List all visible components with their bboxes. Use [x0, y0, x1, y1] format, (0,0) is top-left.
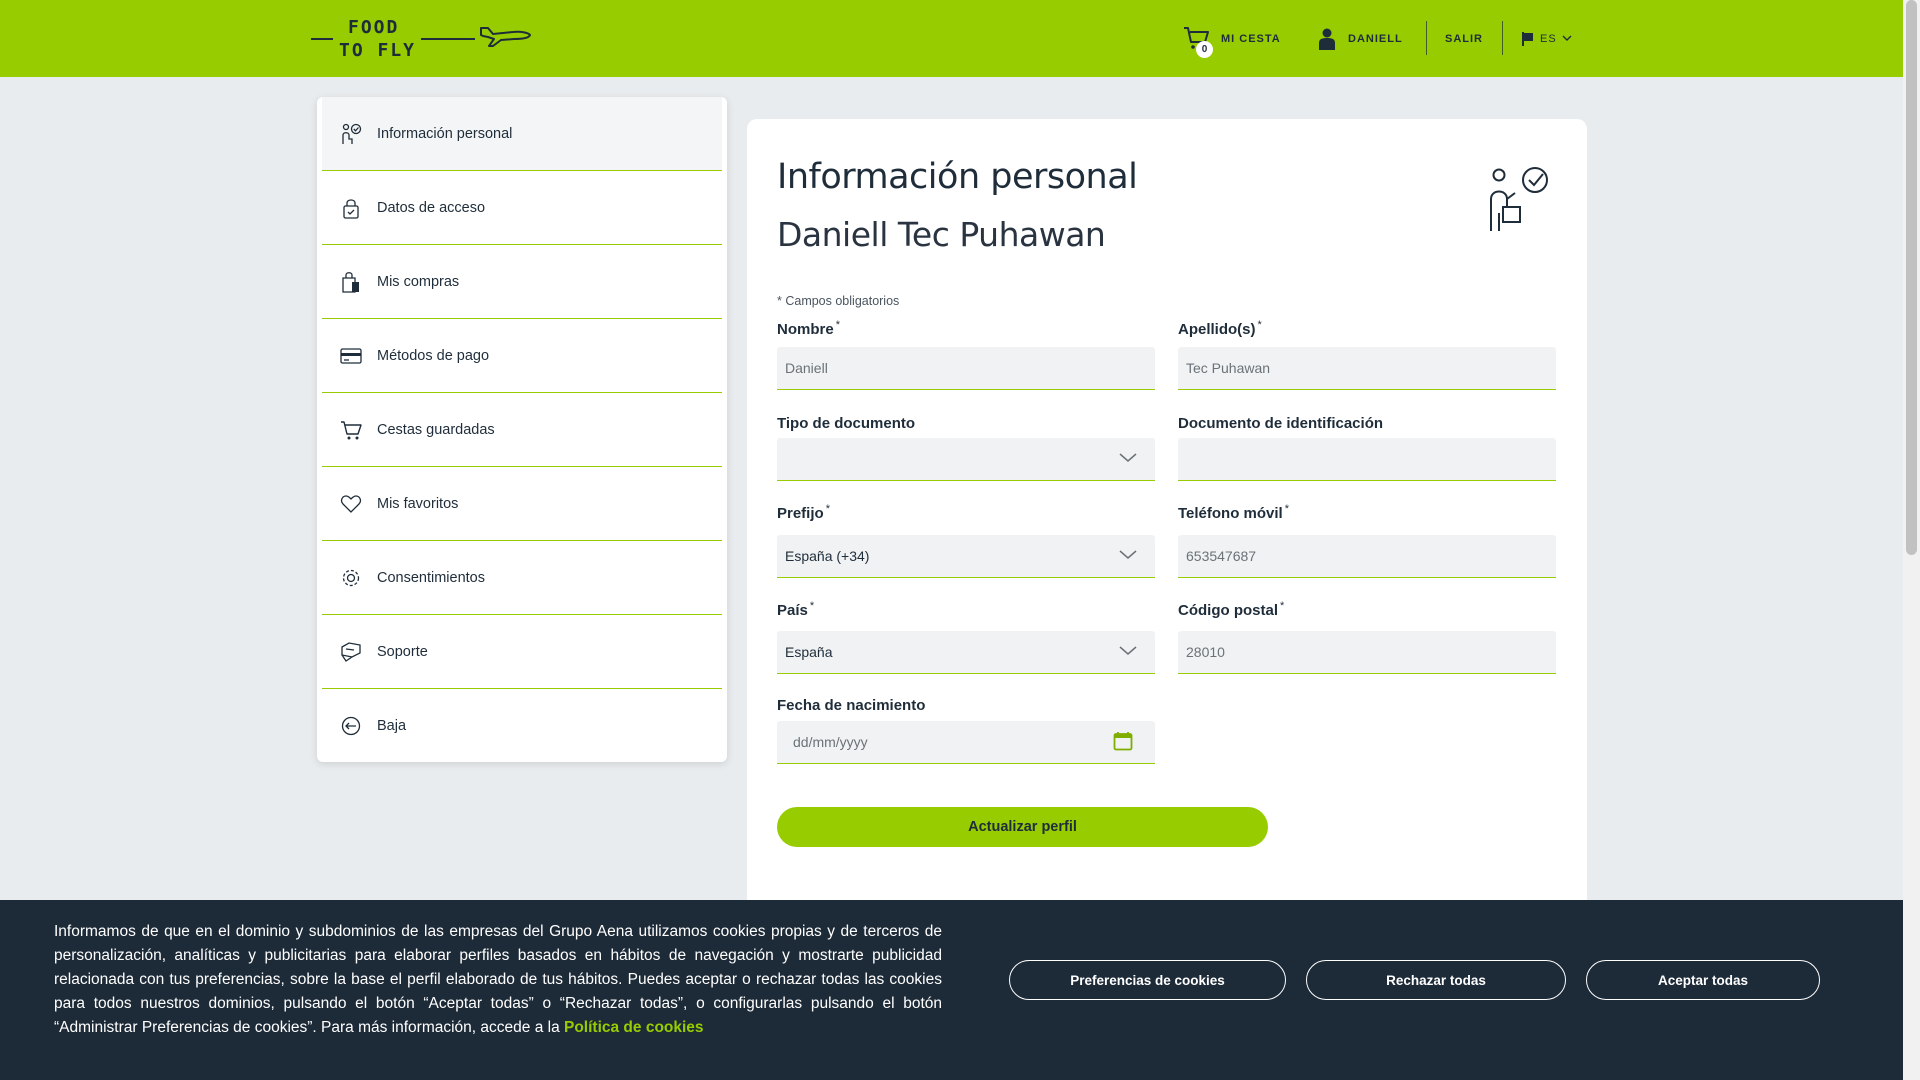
telefono-label: Teléfono móvil *	[1178, 503, 1290, 522]
sidebar-item-datos-de-acceso[interactable]: Datos de acceso	[322, 171, 722, 245]
fecha-nacimiento-label: Fecha de nacimiento	[777, 697, 926, 714]
user-full-name: Daniell Tec Puhawan	[777, 215, 1106, 254]
pais-label: País *	[777, 600, 815, 619]
pais-select[interactable]: España	[777, 631, 1155, 674]
logo-line1: FOOD	[348, 17, 400, 38]
accept-all-cookies-button[interactable]: Aceptar todas	[1586, 960, 1820, 1000]
sidebar-item-label: Soporte	[377, 643, 428, 660]
calendar-icon[interactable]	[1113, 731, 1133, 751]
cart-icon	[340, 419, 362, 441]
cart-count-badge: 0	[1196, 40, 1213, 58]
header-divider	[1426, 21, 1427, 55]
user-name-label: DANIELL	[1348, 32, 1403, 45]
codigo-postal-field[interactable]: 28010	[1178, 631, 1556, 674]
sidebar-item-label: Mis compras	[377, 273, 460, 290]
credit-card-icon	[340, 345, 362, 367]
sidebar-item-consentimientos[interactable]: Consentimientos	[322, 541, 722, 615]
telefono-field[interactable]: 653547687	[1178, 535, 1556, 578]
airplane-icon	[480, 27, 531, 47]
scrollbar-thumb[interactable]	[1906, 0, 1917, 555]
food-to-fly-logo[interactable]: FOOD TO FLY	[311, 16, 536, 64]
chevron-down-icon	[1119, 550, 1137, 559]
codigo-postal-label: Código postal *	[1178, 600, 1285, 619]
apellidos-field[interactable]: Tec Puhawan	[1178, 347, 1556, 390]
logout-label: SALIR	[1445, 32, 1483, 45]
sidebar-item-soporte[interactable]: Soporte	[322, 615, 722, 689]
tipo-documento-select[interactable]	[777, 438, 1155, 481]
sidebar-item-baja[interactable]: Baja	[322, 689, 722, 762]
lock-icon	[340, 197, 362, 219]
sidebar-item-label: Baja	[377, 718, 407, 734]
cookie-text: Informamos de que en el dominio y subdom…	[54, 920, 942, 1040]
person-check-icon	[340, 123, 362, 145]
tipo-documento-label: Tipo de documento	[777, 415, 916, 432]
person-check-icon	[1490, 167, 1548, 231]
documento-label: Documento de identificación	[1178, 415, 1384, 432]
user-account-button[interactable]: DANIELL	[1318, 0, 1403, 77]
sidebar-item-informacion-personal[interactable]: Información personal	[322, 97, 722, 171]
heart-icon	[340, 493, 362, 515]
apellidos-label: Apellido(s) *	[1178, 319, 1262, 338]
gear-icon	[340, 567, 362, 589]
sidebar-item-label: Consentimientos	[377, 569, 485, 586]
chevron-down-icon	[1562, 35, 1572, 41]
required-fields-note: * Campos obligatorios	[777, 294, 900, 308]
logo-dash	[311, 38, 333, 40]
nombre-label: Nombre *	[777, 319, 840, 338]
sidebar-item-cestas-guardadas[interactable]: Cestas guardadas	[322, 393, 722, 467]
cookie-policy-link[interactable]: Política de cookies	[564, 1019, 704, 1036]
prefijo-value: España (+34)	[785, 548, 870, 564]
fecha-nacimiento-field[interactable]: dd/mm/yyyy	[777, 721, 1155, 764]
documento-field[interactable]	[1178, 438, 1556, 481]
logo-dash	[421, 38, 475, 40]
logo-line2: TO FLY	[339, 40, 417, 61]
personal-info-card: Información personal Daniell Tec Puhawan…	[747, 119, 1587, 919]
support-icon	[340, 641, 362, 663]
sidebar-item-label: Cestas guardadas	[377, 421, 495, 438]
cookie-preferences-button[interactable]: Preferencias de cookies	[1009, 960, 1286, 1000]
nombre-field[interactable]: Daniell	[777, 347, 1155, 390]
chevron-down-icon	[1119, 453, 1137, 462]
sidebar-item-mis-compras[interactable]: Mis compras	[322, 245, 722, 319]
cart-button[interactable]: 0 MI CESTA	[1183, 0, 1281, 77]
prefijo-label: Prefijo *	[777, 503, 830, 522]
shopping-bag-icon	[340, 271, 362, 293]
sidebar-item-mis-favoritos[interactable]: Mis favoritos	[322, 467, 722, 541]
header-divider	[1502, 21, 1503, 55]
sidebar-item-metodos-de-pago[interactable]: Métodos de pago	[322, 319, 722, 393]
logout-button[interactable]: SALIR	[1445, 0, 1483, 77]
cookie-message: Informamos de que en el dominio y subdom…	[54, 923, 942, 1036]
fecha-nacimiento-placeholder: dd/mm/yyyy	[793, 734, 868, 750]
cart-icon: 0	[1183, 25, 1213, 58]
pais-value: España	[785, 644, 833, 660]
account-sidebar: Información personal Datos de acceso Mis…	[317, 97, 727, 762]
update-profile-button[interactable]: Actualizar perfil	[777, 807, 1268, 847]
sidebar-item-label: Mis favoritos	[377, 495, 459, 512]
flag-icon	[1522, 31, 1533, 46]
sidebar-item-label: Métodos de pago	[377, 347, 490, 364]
exit-icon	[340, 715, 362, 737]
sidebar-item-label: Información personal	[377, 125, 513, 142]
sidebar-item-label: Datos de acceso	[377, 199, 486, 216]
language-label: ES	[1540, 32, 1557, 45]
chevron-down-icon	[1119, 646, 1137, 655]
user-icon	[1319, 28, 1335, 50]
language-selector[interactable]: ES	[1522, 0, 1578, 77]
prefijo-select[interactable]: España (+34)	[777, 535, 1155, 578]
cart-label: MI CESTA	[1221, 32, 1281, 45]
reject-all-cookies-button[interactable]: Rechazar todas	[1306, 960, 1566, 1000]
page-scrollbar[interactable]	[1903, 0, 1920, 1080]
top-header: FOOD TO FLY 0 MI CESTA DANIELL SALIR ES	[0, 0, 1903, 77]
page-title: Información personal	[777, 157, 1138, 197]
